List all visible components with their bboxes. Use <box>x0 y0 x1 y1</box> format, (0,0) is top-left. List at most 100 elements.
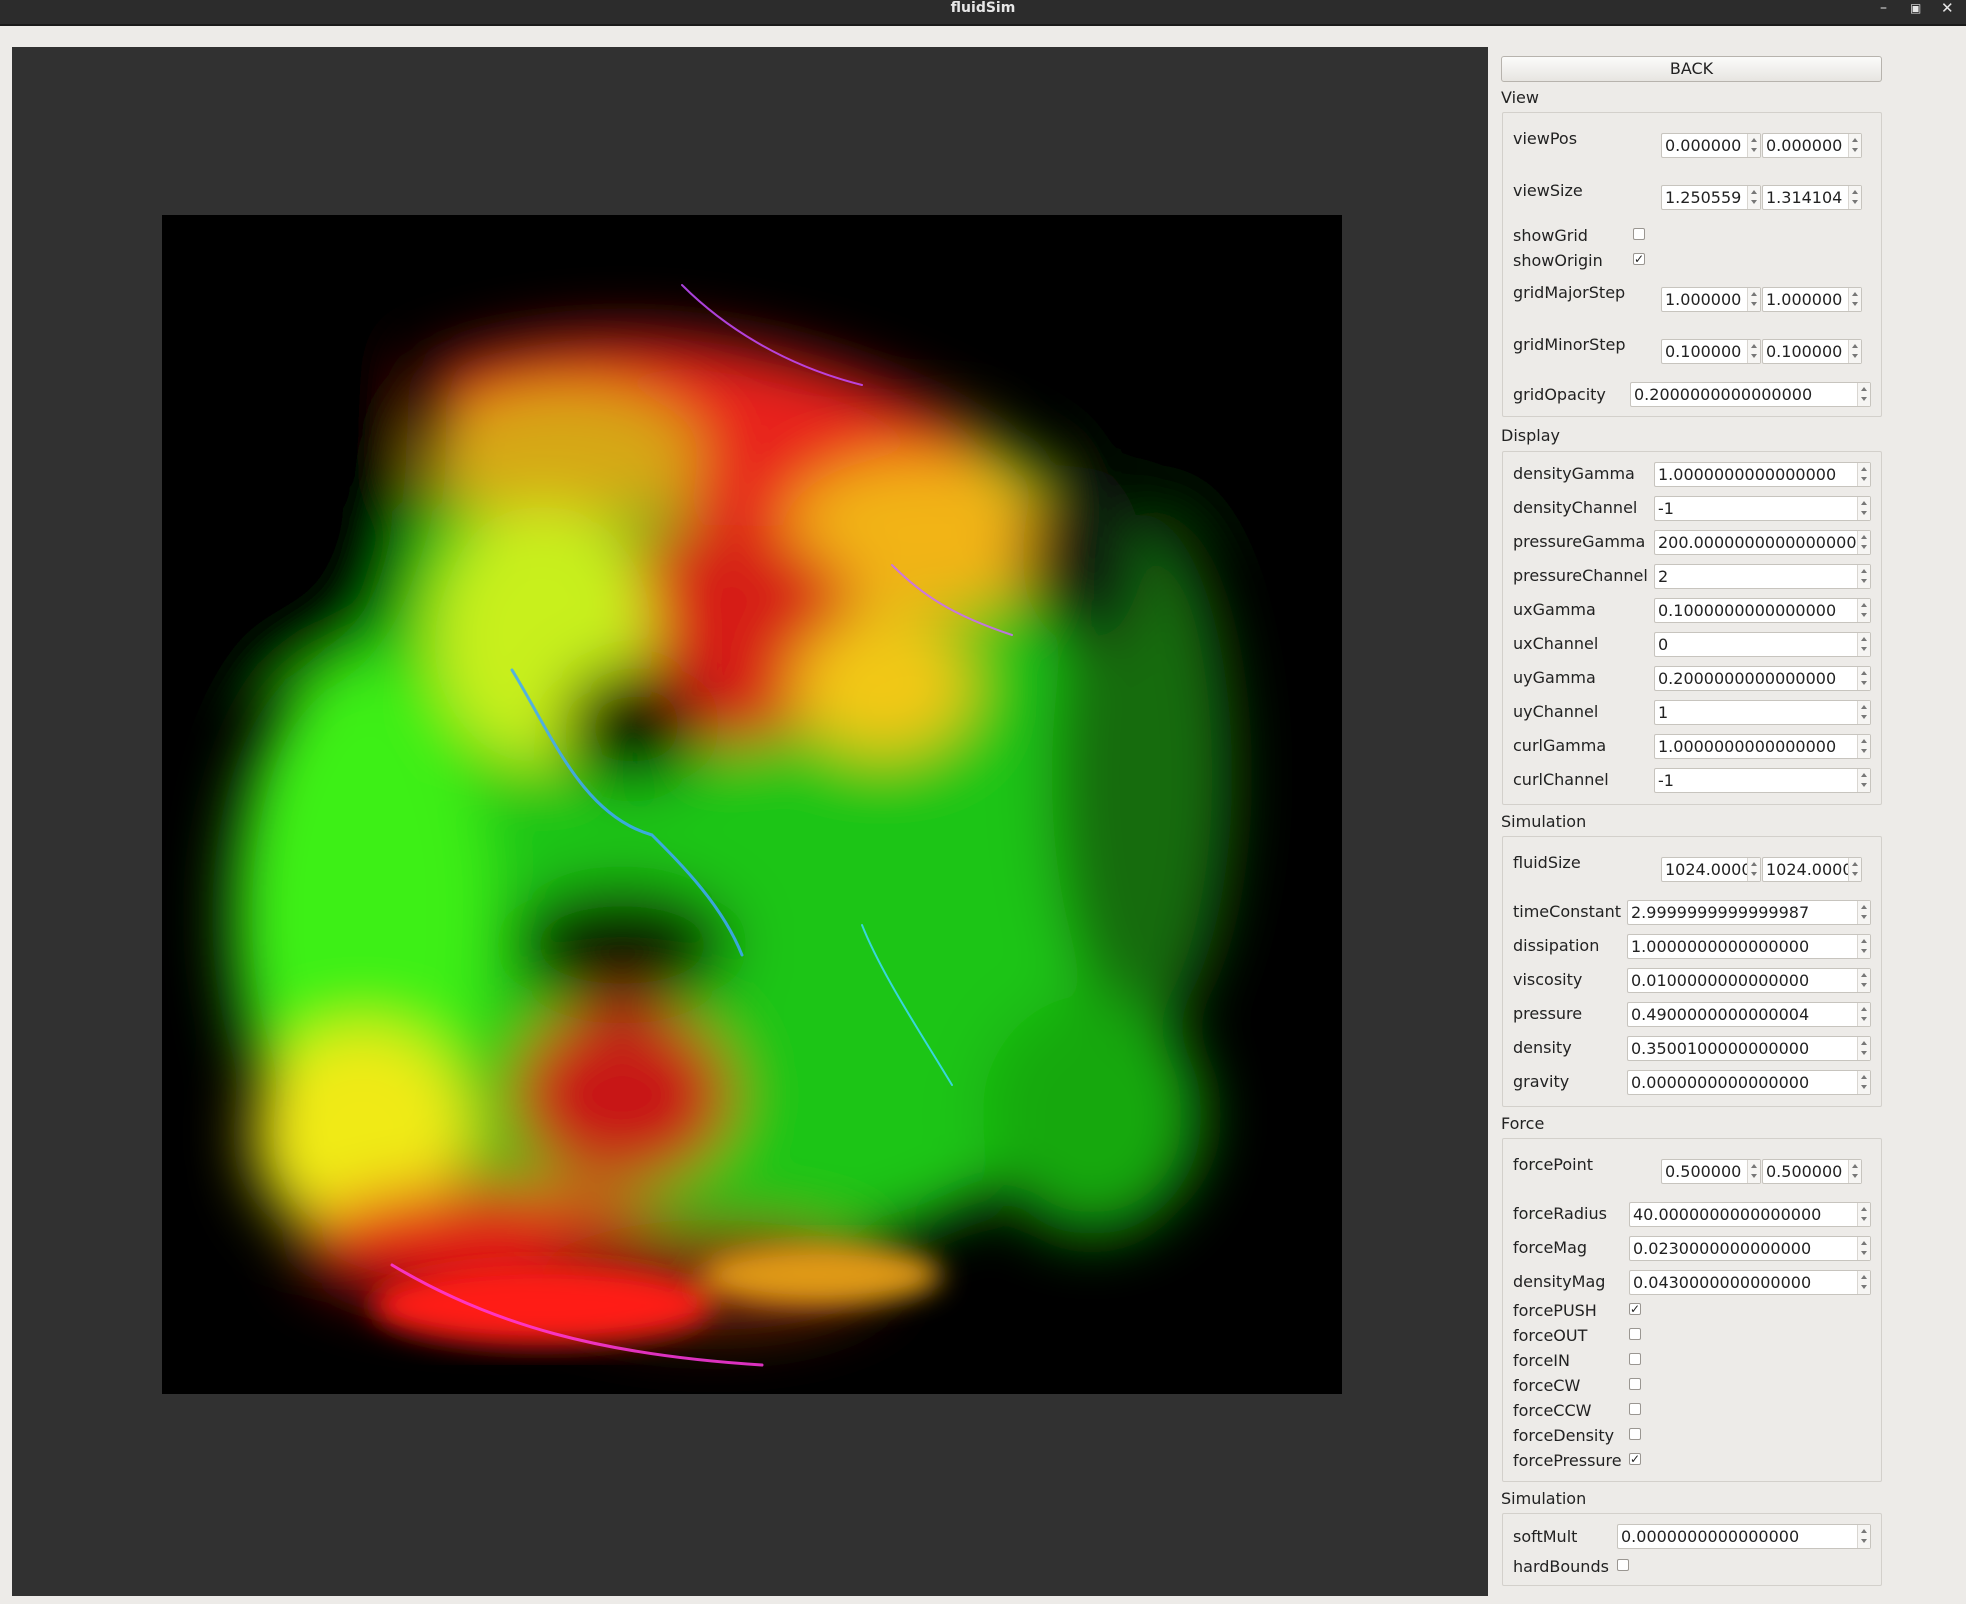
spin-arrows-icon[interactable] <box>1857 901 1870 924</box>
forcepoint-y-spinbox[interactable]: 0.500000 <box>1762 1159 1862 1184</box>
spin-arrows-icon[interactable] <box>1857 1071 1870 1094</box>
hardbounds-checkbox[interactable] <box>1617 1559 1629 1571</box>
showorigin-label: showOrigin <box>1513 251 1603 270</box>
fluidsize-y-spinbox[interactable]: 1024.000000 <box>1762 857 1862 882</box>
spin-arrows-icon[interactable] <box>1747 340 1760 363</box>
viewsize-label: viewSize <box>1513 181 1583 200</box>
spin-arrows-icon[interactable] <box>1857 497 1870 520</box>
uy-channel-spinbox[interactable]: 1 <box>1654 700 1871 725</box>
spin-arrows-icon[interactable] <box>1857 701 1870 724</box>
pressure-spinbox[interactable]: 0.4900000000000004 <box>1627 1002 1871 1027</box>
spin-arrows-icon[interactable] <box>1857 1203 1870 1226</box>
density-spinbox[interactable]: 0.3500100000000000 <box>1627 1036 1871 1061</box>
pressure-gamma-spinbox[interactable]: 200.0000000000000000 <box>1654 530 1871 555</box>
spin-arrows-icon[interactable] <box>1848 288 1861 311</box>
gridminorstep-x-spinbox[interactable]: 0.100000 <box>1661 339 1761 364</box>
back-button[interactable]: BACK <box>1501 56 1882 82</box>
time-constant-spinbox[interactable]: 2.9999999999999987 <box>1627 900 1871 925</box>
force-out-label: forceOUT <box>1513 1326 1588 1345</box>
force-pressure-checkbox[interactable]: ✓ <box>1629 1453 1641 1465</box>
spin-arrows-icon[interactable] <box>1848 1160 1861 1183</box>
spin-arrows-icon[interactable] <box>1747 134 1760 157</box>
force-cw-label: forceCW <box>1513 1376 1581 1395</box>
showgrid-checkbox[interactable] <box>1633 228 1645 240</box>
uy-gamma-spinbox[interactable]: 0.2000000000000000 <box>1654 666 1871 691</box>
viewpos-x-spinbox[interactable]: 0.000000 <box>1661 133 1761 158</box>
viscosity-spinbox[interactable]: 0.0100000000000000 <box>1627 968 1871 993</box>
gridopacity-spinbox[interactable]: 0.2000000000000000 <box>1630 382 1871 407</box>
showorigin-checkbox[interactable]: ✓ <box>1633 253 1645 265</box>
density-gamma-spinbox[interactable]: 1.0000000000000000 <box>1654 462 1871 487</box>
gridminorstep-label: gridMinorStep <box>1513 335 1626 354</box>
spin-arrows-icon[interactable] <box>1747 858 1760 881</box>
spin-arrows-icon[interactable] <box>1857 667 1870 690</box>
dissipation-label: dissipation <box>1513 936 1600 955</box>
spin-arrows-icon[interactable] <box>1857 1237 1870 1260</box>
spin-arrows-icon[interactable] <box>1857 599 1870 622</box>
curl-gamma-spinbox[interactable]: 1.0000000000000000 <box>1654 734 1871 759</box>
density-mag-spinbox[interactable]: 0.0430000000000000 <box>1629 1270 1871 1295</box>
spin-arrows-icon[interactable] <box>1848 186 1861 209</box>
force-radius-spinbox[interactable]: 40.0000000000000000 <box>1629 1202 1871 1227</box>
viewpos-label: viewPos <box>1513 129 1578 148</box>
spin-arrows-icon[interactable] <box>1848 340 1861 363</box>
force-cw-checkbox[interactable] <box>1629 1378 1641 1390</box>
gridmajorstep-y-spinbox[interactable]: 1.000000 <box>1762 287 1862 312</box>
force-mag-label: forceMag <box>1513 1238 1588 1257</box>
spin-arrows-icon[interactable] <box>1848 858 1861 881</box>
force-ccw-label: forceCCW <box>1513 1401 1592 1420</box>
pressure-channel-spinbox[interactable]: 2 <box>1654 564 1871 589</box>
force-mag-spinbox[interactable]: 0.0230000000000000 <box>1629 1236 1871 1261</box>
force-density-checkbox[interactable] <box>1629 1428 1641 1440</box>
force-pressure-label: forcePressure <box>1513 1451 1622 1470</box>
density-channel-label: densityChannel <box>1513 498 1638 517</box>
ux-gamma-spinbox[interactable]: 0.1000000000000000 <box>1654 598 1871 623</box>
section-view: View <box>1501 88 1539 107</box>
force-density-label: forceDensity <box>1513 1426 1615 1445</box>
spin-arrows-icon[interactable] <box>1857 935 1870 958</box>
dissipation-spinbox[interactable]: 1.0000000000000000 <box>1627 934 1871 959</box>
spin-arrows-icon[interactable] <box>1857 633 1870 656</box>
force-out-checkbox[interactable] <box>1629 1328 1641 1340</box>
fluidsize-x-spinbox[interactable]: 1024.000000 <box>1661 857 1761 882</box>
spin-arrows-icon[interactable] <box>1857 969 1870 992</box>
curl-channel-spinbox[interactable]: -1 <box>1654 768 1871 793</box>
force-push-label: forcePUSH <box>1513 1301 1597 1320</box>
fluid-render-canvas[interactable] <box>162 215 1342 1394</box>
maximize-icon[interactable]: ▣ <box>1910 0 1921 16</box>
spin-arrows-icon[interactable] <box>1857 1271 1870 1294</box>
softmult-spinbox[interactable]: 0.0000000000000000 <box>1617 1524 1871 1549</box>
spin-arrows-icon[interactable] <box>1747 1160 1760 1183</box>
time-constant-label: timeConstant <box>1513 902 1622 921</box>
gridminorstep-y-spinbox[interactable]: 0.100000 <box>1762 339 1862 364</box>
gridmajorstep-x-spinbox[interactable]: 1.000000 <box>1661 287 1761 312</box>
spin-arrows-icon[interactable] <box>1857 735 1870 758</box>
viewsize-x-spinbox[interactable]: 1.250559 <box>1661 185 1761 210</box>
force-push-checkbox[interactable]: ✓ <box>1629 1303 1641 1315</box>
section-simulation-2: Simulation <box>1501 1489 1587 1508</box>
spin-arrows-icon[interactable] <box>1848 134 1861 157</box>
forcepoint-x-spinbox[interactable]: 0.500000 <box>1661 1159 1761 1184</box>
spin-arrows-icon[interactable] <box>1857 383 1870 406</box>
close-icon[interactable]: ✕ <box>1941 0 1954 16</box>
viewpos-y-spinbox[interactable]: 0.000000 <box>1762 133 1862 158</box>
spin-arrows-icon[interactable] <box>1857 565 1870 588</box>
viewsize-y-spinbox[interactable]: 1.314104 <box>1762 185 1862 210</box>
ux-channel-spinbox[interactable]: 0 <box>1654 632 1871 657</box>
spin-arrows-icon[interactable] <box>1857 531 1870 554</box>
force-ccw-checkbox[interactable] <box>1629 1403 1641 1415</box>
spin-arrows-icon[interactable] <box>1747 186 1760 209</box>
spin-arrows-icon[interactable] <box>1747 288 1760 311</box>
spin-arrows-icon[interactable] <box>1857 1037 1870 1060</box>
spin-arrows-icon[interactable] <box>1857 769 1870 792</box>
uy-gamma-label: uyGamma <box>1513 668 1596 687</box>
gridopacity-label: gridOpacity <box>1513 385 1606 404</box>
spin-arrows-icon[interactable] <box>1857 1003 1870 1026</box>
spin-arrows-icon[interactable] <box>1857 1525 1870 1548</box>
gravity-spinbox[interactable]: 0.0000000000000000 <box>1627 1070 1871 1095</box>
force-in-label: forceIN <box>1513 1351 1570 1370</box>
density-channel-spinbox[interactable]: -1 <box>1654 496 1871 521</box>
force-in-checkbox[interactable] <box>1629 1353 1641 1365</box>
spin-arrows-icon[interactable] <box>1857 463 1870 486</box>
minimize-icon[interactable]: – <box>1880 0 1887 16</box>
